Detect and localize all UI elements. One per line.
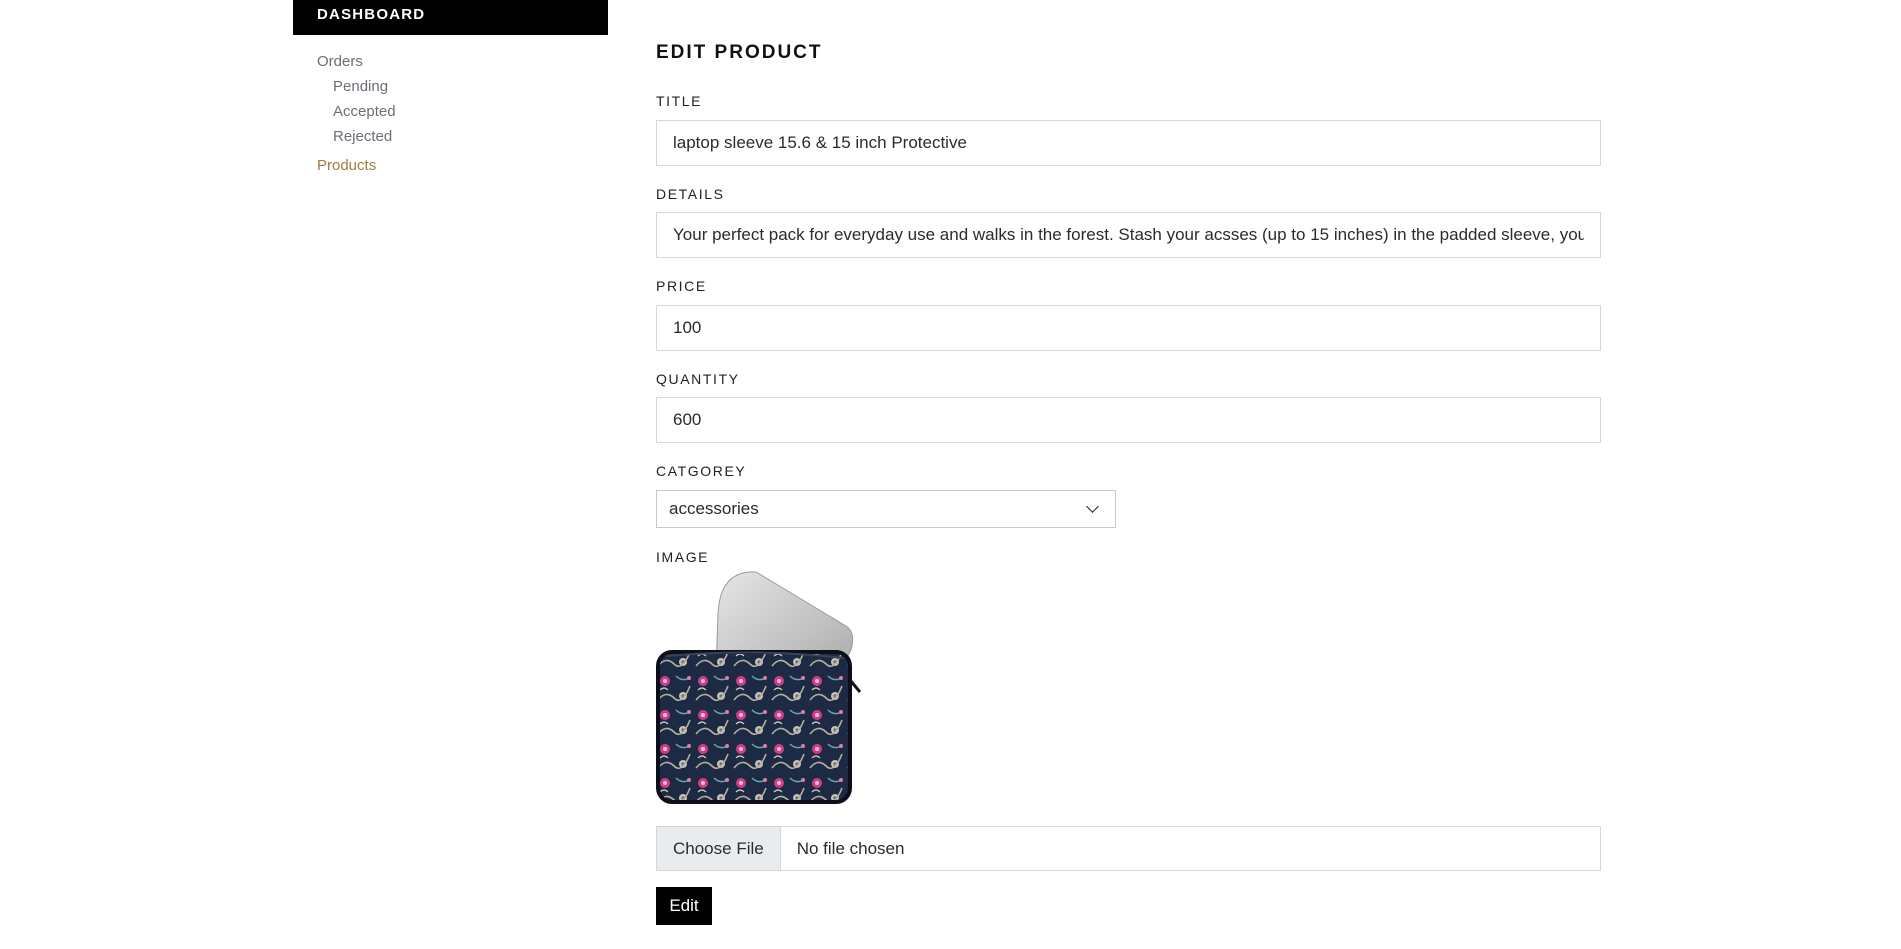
image-file-input[interactable]: Choose File No file chosen [656, 826, 1601, 871]
sidebar: DASHBOARD Orders Pending Accepted Reject… [293, 0, 608, 174]
edit-submit-button[interactable]: Edit [656, 887, 712, 925]
quantity-input[interactable] [656, 397, 1601, 443]
quantity-label: QUANTITY [656, 371, 740, 387]
title-input[interactable] [656, 120, 1601, 166]
sidebar-title: DASHBOARD [293, 0, 608, 35]
price-label: PRICE [656, 278, 707, 294]
sidebar-item-rejected[interactable]: Rejected [333, 128, 392, 145]
page-title: EDIT PRODUCT [656, 42, 823, 63]
image-label: IMAGE [656, 549, 710, 565]
sidebar-item-pending[interactable]: Pending [333, 78, 388, 95]
category-label: CATGOREY [656, 463, 747, 479]
category-selected-value: accessories [669, 499, 759, 518]
chevron-down-icon [1086, 500, 1099, 513]
sidebar-item-accepted[interactable]: Accepted [333, 103, 396, 120]
details-input[interactable] [656, 212, 1601, 258]
details-label: DETAILS [656, 186, 725, 202]
choose-file-button[interactable]: Choose File [657, 827, 781, 870]
category-select[interactable]: accessories [656, 490, 1116, 528]
sidebar-item-orders[interactable]: Orders [317, 53, 363, 70]
sidebar-item-products[interactable]: Products [317, 157, 376, 174]
product-image [656, 571, 861, 804]
price-input[interactable] [656, 305, 1601, 351]
file-status-text: No file chosen [796, 838, 905, 858]
title-label: TITLE [656, 93, 703, 109]
